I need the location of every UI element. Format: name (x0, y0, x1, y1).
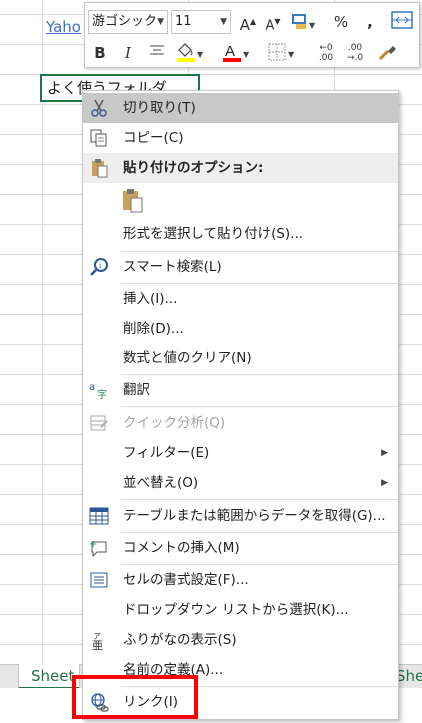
decrease-decimal-button[interactable]: .00 →.0 (343, 41, 367, 67)
scissors-icon (91, 99, 107, 117)
menu-item-delete[interactable]: 削除(D)... (83, 314, 398, 344)
menu-item-label: テーブルまたは範囲からデータを取得(G)... (123, 508, 386, 524)
svg-text:a: a (89, 382, 95, 393)
svg-text:▼: ▼ (288, 50, 295, 59)
menu-item-label: 翻訳 (123, 382, 150, 398)
mini-toolbar: 游ゴシック ▼ 11 ▼ A▲ A▼ ▼ % , B I ▼ A ▼ ▼ ←0 … (84, 2, 420, 68)
shrink-font-button[interactable]: A▼ (263, 10, 283, 34)
menu-item-copy[interactable]: コピー(C) (83, 123, 398, 153)
font-color-icon: A ▼ (223, 43, 250, 62)
svg-text:亜: 亜 (92, 639, 103, 650)
menu-item-label: 削除(D)... (123, 321, 184, 337)
paint-bucket-icon: ▼ (177, 43, 204, 62)
smart-lookup-icon: i (90, 258, 108, 276)
svg-text:字: 字 (97, 388, 107, 400)
decrease-decimal-icon: .00 (347, 43, 363, 53)
bold-button[interactable]: B (91, 41, 109, 65)
menu-item-quick-analysis[interactable]: クイック分析(Q) (83, 408, 398, 438)
italic-button[interactable]: I (119, 41, 137, 65)
increase-decimal-button[interactable]: ←0 .00 (315, 41, 337, 67)
sheet-tab-next[interactable]: She (396, 664, 422, 688)
menu-separator (121, 499, 398, 500)
menu-item-format-cells[interactable]: セルの書式設定(F)... (83, 565, 398, 595)
menu-item-label: 並べ替え(O) (123, 475, 199, 491)
svg-text:i: i (99, 261, 102, 270)
menu-item-label: 切り取り(T) (123, 100, 196, 116)
menu-item-label: ドロップダウン リストから選択(K)... (123, 602, 349, 618)
menu-item-clear-contents[interactable]: 数式と値のクリア(N) (83, 343, 398, 373)
menu-item-label: ふりがなの表示(S) (123, 632, 237, 648)
merge-center-icon (391, 11, 413, 29)
format-painter-button[interactable] (375, 41, 399, 65)
chevron-down-icon: ▼ (157, 17, 164, 27)
menu-item-translate[interactable]: a 字 翻訳 (83, 375, 398, 405)
menu-item-smart-lookup[interactable]: i スマート検索(L) (83, 252, 398, 282)
font-name-value: 游ゴシック (92, 14, 158, 29)
menu-item-label: クイック分析(Q) (123, 415, 226, 431)
chevron-down-icon: ▼ (220, 17, 227, 27)
menu-item-label: 数式と値のクリア(N) (123, 350, 252, 366)
submenu-arrow-icon: ▶ (381, 478, 388, 488)
menu-item-label: フィルター(E) (123, 445, 210, 461)
svg-text:▼: ▼ (309, 21, 316, 30)
svg-text:▼: ▼ (197, 50, 204, 59)
paste-options-header: 貼り付けのオプション: (83, 153, 398, 183)
svg-text:+: + (89, 539, 97, 550)
menu-item-label: スマート検索(L) (123, 259, 222, 275)
menu-item-insert[interactable]: 挿入(I)... (83, 284, 398, 314)
merge-cells-button[interactable] (389, 10, 415, 34)
font-name-combo[interactable]: 游ゴシック ▼ (88, 10, 168, 34)
copy-icon (90, 129, 107, 147)
menu-item-pick-from-dropdown[interactable]: ドロップダウン リストから選択(K)... (83, 595, 398, 625)
format-painter-icon (378, 46, 396, 61)
translate-icon: a 字 (89, 382, 107, 400)
increase-decimal-digits: .00 (318, 53, 334, 63)
highlight-annotation-box (72, 675, 198, 719)
increase-decimal-icon: ←0 (319, 43, 333, 53)
borders-icon: ▼ (268, 43, 295, 61)
font-size-combo[interactable]: 11 ▼ (171, 10, 231, 34)
font-color-button[interactable]: A ▼ (221, 41, 251, 65)
accounting-format-icon: ▼ (292, 14, 316, 30)
furigana-icon: ア 亜 (92, 632, 103, 650)
menu-item-label: 貼り付けのオプション: (123, 160, 264, 176)
menu-item-label: コメントの挿入(M) (123, 540, 240, 556)
menu-item-show-furigana[interactable]: ア 亜 ふりがなの表示(S) (83, 625, 398, 655)
menu-item-label: コピー(C) (123, 130, 184, 146)
accounting-format-button[interactable]: ▼ (289, 10, 317, 34)
align-center-button[interactable] (147, 41, 167, 65)
percent-style-button[interactable]: % (331, 10, 351, 34)
table-icon (89, 507, 109, 525)
fill-color-button[interactable]: ▼ (175, 41, 205, 65)
submenu-arrow-icon: ▶ (381, 448, 388, 458)
sheet-tab-active[interactable]: Sheet (18, 664, 80, 690)
comma-style-button[interactable]: , (360, 10, 380, 34)
format-cells-icon (90, 572, 108, 588)
svg-text:A: A (225, 43, 235, 60)
comment-icon: + (89, 539, 107, 558)
align-center-icon (150, 45, 164, 55)
menu-item-label: 挿入(I)... (123, 291, 178, 307)
font-size-value: 11 (175, 14, 192, 29)
menu-item-paste-special[interactable]: 形式を選択して貼り付け(S)... (83, 219, 398, 249)
grow-font-icon: A (239, 16, 251, 34)
menu-item-insert-comment[interactable]: + コメントの挿入(M) (83, 533, 398, 563)
menu-item-filter[interactable]: フィルター(E) ▶ (83, 438, 398, 468)
paste-option-default[interactable] (83, 183, 398, 219)
borders-button[interactable]: ▼ (267, 41, 297, 65)
hyperlink-cell[interactable]: Yaho (46, 18, 81, 36)
context-menu: 切り取り(T) コピー(C) 貼り付けのオプション: 形式を選択して貼り付け(S… (82, 90, 399, 720)
paste-icon (92, 159, 108, 178)
menu-item-cut[interactable]: 切り取り(T) (83, 93, 398, 123)
menu-item-sort[interactable]: 並べ替え(O) ▶ (83, 468, 398, 498)
quick-analysis-icon (90, 415, 108, 431)
paste-default-icon (123, 189, 143, 213)
decrease-decimal-digits: →.0 (346, 53, 364, 63)
menu-item-label: セルの書式設定(F)... (123, 572, 249, 588)
grow-font-button[interactable]: A▲ (238, 10, 258, 34)
svg-text:▼: ▼ (243, 50, 250, 59)
menu-item-label: 形式を選択して貼り付け(S)... (123, 226, 304, 242)
menu-item-get-data-from-table[interactable]: テーブルまたは範囲からデータを取得(G)... (83, 501, 398, 531)
menu-separator (121, 406, 398, 407)
